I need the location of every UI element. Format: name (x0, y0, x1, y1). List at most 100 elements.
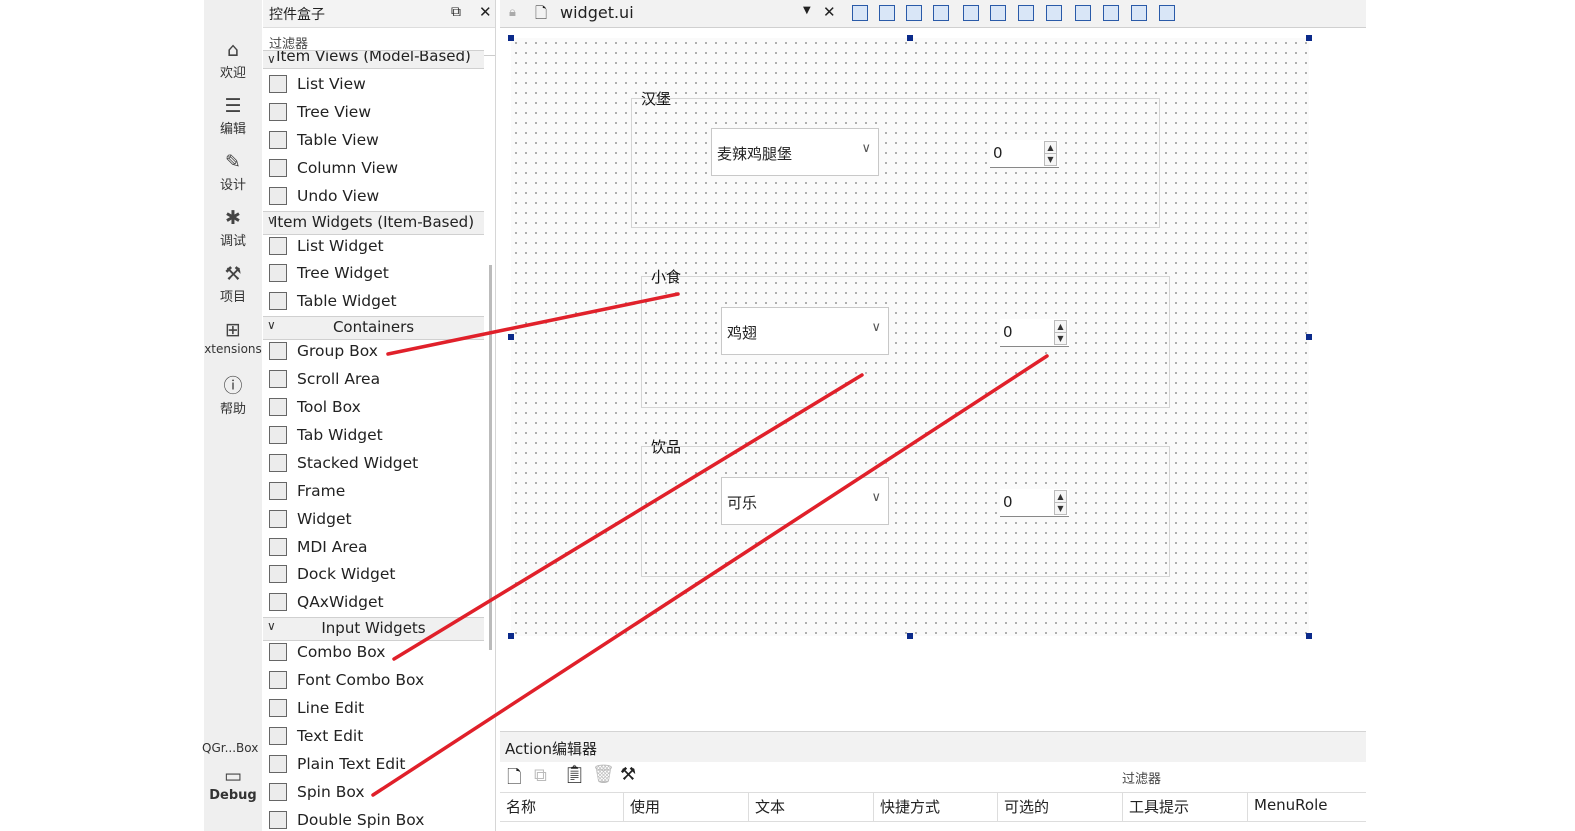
widget-item[interactable]: Text Edit (267, 724, 484, 750)
widget-item[interactable]: Double Spin Box (267, 808, 484, 831)
category-item-widgets[interactable]: ∨ Item Widgets (Item-Based) (263, 210, 484, 235)
wrench-icon[interactable]: ⚒ (620, 764, 636, 785)
widget-item[interactable]: MDI Area (267, 535, 484, 561)
layout-tool-icon[interactable] (879, 5, 895, 21)
column-header[interactable]: 工具提示 (1123, 793, 1248, 821)
layout-tool-icon[interactable] (1046, 5, 1062, 21)
file-name[interactable]: widget.ui (560, 3, 634, 22)
layout-tool-icon[interactable] (906, 5, 922, 21)
mode-help[interactable]: ⓘ 帮助 (204, 374, 262, 417)
category-containers[interactable]: ∨ Containers (263, 316, 484, 341)
float-icon[interactable]: ⧉ (451, 4, 461, 20)
layout-tool-icon[interactable] (1159, 5, 1175, 21)
file-dropdown-arrow[interactable]: ▼ (803, 5, 811, 16)
widget-item[interactable]: Spin Box (267, 780, 484, 806)
column-header[interactable]: 快捷方式 (874, 793, 998, 821)
edit-icon: ☰ (224, 95, 242, 117)
run-target-selector[interactable]: ▭ Debug (204, 764, 262, 803)
category-item-views[interactable]: ∨ Item Views (Model-Based) (263, 50, 484, 69)
layout-tool-icon[interactable] (1075, 5, 1091, 21)
combo-box-drink[interactable]: 可乐 ∨ (721, 477, 889, 525)
widget-item[interactable]: Tab Widget (267, 423, 484, 449)
spin-value: 0 (1003, 323, 1013, 341)
spin-down-icon[interactable]: ▼ (1054, 502, 1067, 515)
new-action-icon[interactable]: 🗋 (507, 765, 521, 795)
group-box-snack[interactable]: 小食 鸡翅 ∨ 0 ▲ ▼ (641, 268, 1170, 408)
column-header[interactable]: 可选的 (998, 793, 1123, 821)
resize-handle[interactable] (508, 633, 514, 639)
widget-item[interactable]: Plain Text Edit (267, 752, 484, 778)
layout-tool-icon[interactable] (1018, 5, 1034, 21)
widget-item[interactable]: Undo View (267, 184, 484, 210)
widget-item[interactable]: List Widget (267, 234, 484, 260)
category-input-widgets[interactable]: ∨ Input Widgets (263, 617, 484, 642)
resize-handle[interactable] (508, 35, 514, 41)
column-header[interactable]: MenuRole (1248, 793, 1366, 821)
delete-icon[interactable]: 🗑︎ (592, 764, 615, 785)
widget-item[interactable]: Tool Box (267, 395, 484, 421)
scrollbar[interactable] (489, 265, 492, 650)
widget-item[interactable]: Tree View (267, 100, 484, 126)
chevron-down-icon: ∨ (871, 320, 881, 335)
form-canvas[interactable]: 汉堡 麦辣鸡腿堡 ∨ 0 ▲ ▼ 小食 鸡翅 ∨ 0 ▲ ▼ 饮品 可乐 ∨ 0 (511, 38, 1309, 636)
layout-tool-icon[interactable] (1103, 5, 1119, 21)
mode-projects[interactable]: ⚒ 项目 (204, 262, 262, 305)
widget-item[interactable]: Table Widget (267, 289, 484, 315)
close-document-icon[interactable]: ✕ (823, 3, 836, 21)
spin-down-icon[interactable]: ▼ (1054, 332, 1067, 345)
layout-tool-icon[interactable] (990, 5, 1006, 21)
resize-handle[interactable] (907, 633, 913, 639)
group-box-burger[interactable]: 汉堡 麦辣鸡腿堡 ∨ 0 ▲ ▼ (631, 90, 1160, 228)
layout-tool-icon[interactable] (933, 5, 949, 21)
group-box-drink[interactable]: 饮品 可乐 ∨ 0 ▲ ▼ (641, 438, 1170, 577)
widget-item[interactable]: Column View (267, 156, 484, 182)
widget-item[interactable]: Frame (267, 479, 484, 505)
action-filter-input[interactable]: 过滤器 (1122, 768, 1161, 787)
resize-handle[interactable] (1306, 35, 1312, 41)
layout-tool-icon[interactable] (852, 5, 868, 21)
widget-item[interactable]: Tree Widget (267, 261, 484, 287)
widget-box-panel: 控件盒子 ⧉ ✕ 过滤器 ∨ Item Views (Model-Based) … (263, 0, 496, 831)
spin-box-snack[interactable]: 0 ▲ ▼ (1000, 319, 1069, 347)
layout-tool-icon[interactable] (963, 5, 979, 21)
widget-item[interactable]: Scroll Area (267, 367, 484, 393)
widget-item-label: List View (297, 75, 366, 93)
widget-type-icon (269, 264, 287, 283)
widget-item[interactable]: Line Edit (267, 696, 484, 722)
widget-item[interactable]: List View (267, 72, 484, 98)
combo-box-burger[interactable]: 麦辣鸡腿堡 ∨ (711, 128, 879, 176)
resize-handle[interactable] (1306, 334, 1312, 340)
column-header[interactable]: 名称 (500, 793, 624, 821)
mode-design[interactable]: ✎ 设计 (204, 150, 262, 193)
layout-tool-icon[interactable] (1131, 5, 1147, 21)
combo-box-snack[interactable]: 鸡翅 ∨ (721, 307, 889, 355)
widget-item[interactable]: Combo Box (267, 640, 484, 666)
column-header[interactable]: 使用 (624, 793, 749, 821)
resize-handle[interactable] (508, 334, 514, 340)
spin-box-drink[interactable]: 0 ▲ ▼ (1000, 489, 1069, 517)
mode-extensions[interactable]: ⊞ xtensions (204, 318, 262, 356)
widget-item-label: Widget (297, 509, 352, 528)
resize-handle[interactable] (907, 35, 913, 41)
column-header[interactable]: 文本 (749, 793, 874, 821)
spin-down-icon[interactable]: ▼ (1044, 153, 1057, 166)
spin-box-burger[interactable]: 0 ▲ ▼ (990, 140, 1059, 168)
widget-item[interactable]: Table View (267, 128, 484, 154)
widget-type-icon (269, 593, 287, 612)
mode-edit[interactable]: ☰ 编辑 (204, 94, 262, 137)
mode-debug[interactable]: ✱ 调试 (204, 206, 262, 249)
mode-welcome[interactable]: ⌂ 欢迎 (204, 38, 262, 81)
widget-item[interactable]: Dock Widget (267, 562, 484, 588)
resize-handle[interactable] (1306, 633, 1312, 639)
widget-item-label: Frame (297, 481, 346, 500)
help-icon: ⓘ (223, 375, 243, 397)
widget-item[interactable]: Stacked Widget (267, 451, 484, 477)
copy-icon[interactable]: ⧉ (534, 765, 547, 786)
widget-item[interactable]: Font Combo Box (267, 668, 484, 694)
widget-item[interactable]: QAxWidget (267, 590, 484, 616)
widget-item[interactable]: Group Box (267, 339, 484, 365)
close-icon[interactable]: ✕ (479, 3, 492, 21)
paste-icon[interactable]: 📋︎ (563, 764, 586, 785)
widget-item[interactable]: Widget (267, 507, 484, 533)
widget-item-label: Table View (297, 130, 379, 149)
